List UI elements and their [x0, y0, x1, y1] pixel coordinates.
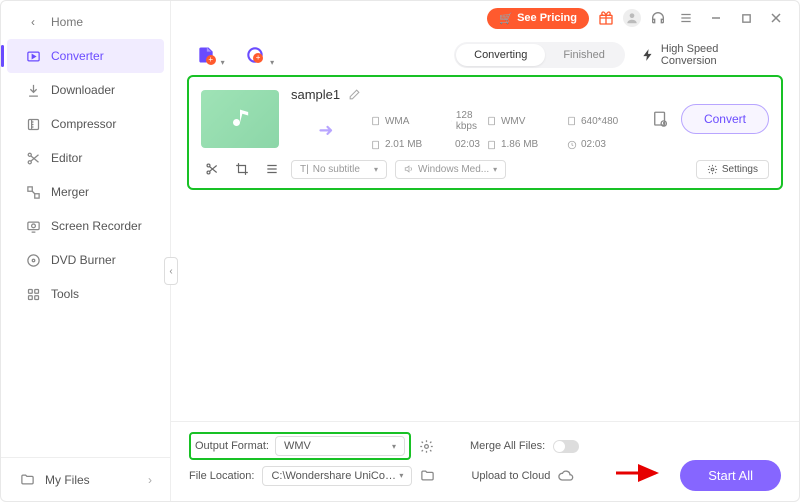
maximize-button[interactable] [735, 7, 757, 29]
dst-resolution: 640*480 [567, 110, 637, 132]
dst-format: WMV [487, 110, 557, 132]
chevron-down-icon: ▾ [399, 471, 403, 480]
headset-icon[interactable] [649, 9, 667, 27]
myfiles-button[interactable]: My Files › [1, 457, 170, 501]
cart-icon: 🛒 [499, 12, 513, 25]
gift-icon[interactable] [597, 9, 615, 27]
audio-dropdown[interactable]: Windows Med... ▾ [395, 160, 506, 179]
add-url-button[interactable]: + ▾ [244, 44, 266, 66]
see-pricing-label: See Pricing [517, 12, 577, 24]
file-card: sample1 WMA 128 kbps ➜ WMV 640*480 2.01 … [187, 75, 783, 190]
file-name: sample1 [291, 87, 340, 102]
home-back-button[interactable]: ‹ Home [7, 5, 164, 39]
converter-icon [25, 48, 41, 64]
sidebar-item-label: Merger [51, 185, 89, 199]
sidebar-item-label: Downloader [51, 83, 115, 97]
see-pricing-button[interactable]: 🛒 See Pricing [487, 8, 589, 29]
src-bitrate: 128 kbps [451, 110, 477, 132]
audio-icon [404, 164, 414, 174]
home-label: Home [51, 15, 83, 29]
settings-button[interactable]: Settings [696, 160, 769, 179]
merge-label: Merge All Files: [470, 440, 545, 452]
audio-value: Windows Med... [418, 164, 489, 175]
chevron-down-icon: ▾ [493, 165, 497, 174]
output-format-label: Output Format: [195, 440, 269, 452]
plus-badge-icon: + [206, 55, 216, 65]
sidebar-item-label: Compressor [51, 117, 116, 131]
settings-label: Settings [722, 164, 758, 175]
annotation-arrow [614, 463, 664, 483]
disc-icon [25, 252, 41, 268]
effects-icon[interactable] [261, 158, 283, 180]
subtitle-icon: T| [300, 164, 309, 175]
sidebar-item-screen-recorder[interactable]: Screen Recorder [7, 209, 164, 243]
bolt-icon [641, 48, 655, 62]
src-size: 2.01 MB [371, 139, 441, 150]
avatar-icon[interactable] [623, 9, 641, 27]
file-thumbnail[interactable] [201, 90, 279, 148]
subtitle-value: No subtitle [313, 164, 360, 175]
edit-name-icon[interactable] [348, 88, 361, 101]
screen-recorder-icon [25, 218, 41, 234]
convert-button[interactable]: Convert [681, 104, 769, 134]
sidebar-item-compressor[interactable]: Compressor [7, 107, 164, 141]
dst-duration: 02:03 [567, 139, 637, 150]
open-folder-icon[interactable] [420, 468, 435, 483]
merge-toggle[interactable] [553, 440, 579, 453]
sidebar-item-label: Editor [51, 151, 82, 165]
sidebar-item-label: Converter [51, 49, 104, 63]
tools-icon [25, 286, 41, 302]
download-icon [25, 82, 41, 98]
close-button[interactable] [765, 7, 787, 29]
sidebar-item-label: DVD Burner [51, 253, 116, 267]
output-format-value: WMV [284, 440, 311, 452]
crop-icon[interactable] [231, 158, 253, 180]
chevron-down-icon: ▾ [270, 58, 274, 67]
sidebar-item-dvd-burner[interactable]: DVD Burner [7, 243, 164, 277]
add-file-button[interactable]: + ▾ [195, 44, 217, 66]
src-format: WMA [371, 110, 441, 132]
dst-size: 1.86 MB [487, 139, 557, 150]
minimize-button[interactable] [705, 7, 727, 29]
folder-icon [19, 472, 35, 488]
sidebar-item-label: Screen Recorder [51, 219, 142, 233]
compressor-icon [25, 116, 41, 132]
status-tabs: Converting Finished [454, 42, 625, 68]
chevron-down-icon: ▾ [221, 58, 225, 67]
sidebar-item-label: Tools [51, 287, 79, 301]
high-speed-label: High Speed Conversion [661, 43, 775, 67]
chevron-down-icon: ▾ [374, 165, 378, 174]
sidebar-item-downloader[interactable]: Downloader [7, 73, 164, 107]
file-location-dropdown[interactable]: C:\Wondershare UniConverter ▾ [262, 466, 412, 486]
format-settings-icon[interactable] [419, 439, 434, 454]
high-speed-conversion[interactable]: High Speed Conversion [641, 43, 775, 67]
file-location-label: File Location: [189, 470, 254, 482]
sidebar: ‹ Home Converter Downloader Compressor E… [1, 1, 171, 501]
output-preset-icon[interactable] [649, 108, 671, 130]
merger-icon [25, 184, 41, 200]
myfiles-label: My Files [45, 473, 90, 487]
tab-finished[interactable]: Finished [545, 44, 623, 66]
chevron-right-icon: › [148, 473, 152, 487]
arrow-icon: ➜ [291, 110, 361, 150]
chevron-down-icon: ▾ [392, 442, 396, 451]
output-format-dropdown[interactable]: WMV ▾ [275, 436, 405, 456]
trim-icon[interactable] [201, 158, 223, 180]
menu-icon[interactable] [675, 7, 697, 29]
chevron-left-icon: ‹ [25, 14, 41, 30]
file-location-value: C:\Wondershare UniConverter [271, 470, 399, 482]
scissors-icon [25, 150, 41, 166]
sidebar-item-merger[interactable]: Merger [7, 175, 164, 209]
sidebar-item-converter[interactable]: Converter [7, 39, 164, 73]
subtitle-dropdown[interactable]: T| No subtitle ▾ [291, 160, 387, 179]
src-duration: 02:03 [451, 139, 477, 150]
sidebar-item-editor[interactable]: Editor [7, 141, 164, 175]
cloud-icon[interactable] [558, 468, 574, 484]
start-all-button[interactable]: Start All [680, 460, 781, 491]
sidebar-item-tools[interactable]: Tools [7, 277, 164, 311]
upload-cloud-label: Upload to Cloud [471, 470, 550, 482]
tab-converting[interactable]: Converting [456, 44, 545, 66]
gear-icon [707, 164, 718, 175]
